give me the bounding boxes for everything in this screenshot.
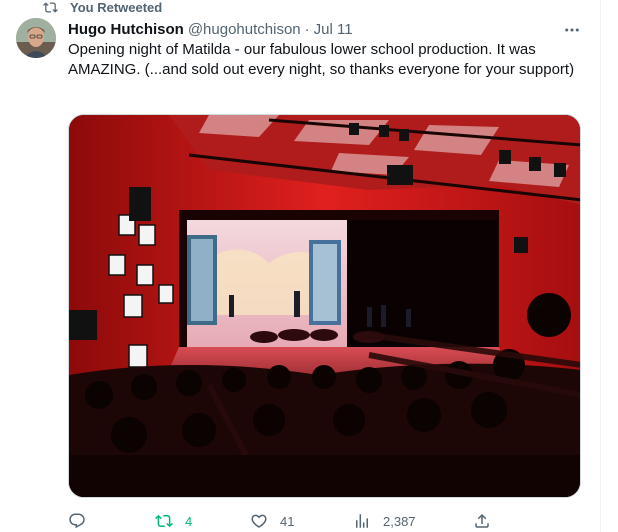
social-context: You Retweeted [43, 0, 162, 15]
author-handle[interactable]: @hugohutchison [188, 21, 301, 38]
tweet-text: Opening night of Matilda - our fabulous … [68, 41, 575, 78]
share-button[interactable] [473, 510, 491, 532]
more-icon [565, 28, 579, 32]
like-count: 41 [280, 513, 295, 529]
views-button[interactable]: 2,387 [353, 510, 416, 532]
tweet-header: Hugo Hutchison @hugohutchison · Jul 11 [68, 19, 353, 39]
timeline-right-border [600, 0, 601, 532]
tweet-date[interactable]: Jul 11 [314, 21, 353, 38]
header-separator: · [304, 20, 310, 38]
social-context-label[interactable]: You Retweeted [70, 0, 162, 15]
tweet-actions: 4 41 2,387 [60, 510, 510, 532]
tweet-media-photo[interactable] [68, 114, 581, 498]
views-chart-icon [356, 514, 368, 528]
more-options-button[interactable] [560, 20, 584, 40]
reply-button[interactable] [68, 510, 86, 532]
heart-icon [251, 514, 267, 528]
share-icon [475, 513, 489, 528]
retweet-icon [43, 1, 58, 13]
retweet-count: 4 [185, 513, 193, 529]
like-button[interactable]: 41 [250, 510, 294, 532]
avatar[interactable] [16, 18, 56, 58]
views-count: 2,387 [383, 513, 416, 529]
retweet-icon [155, 514, 173, 528]
author-name[interactable]: Hugo Hutchison [68, 21, 184, 38]
reply-icon [69, 513, 85, 529]
retweet-button[interactable]: 4 [155, 510, 192, 532]
